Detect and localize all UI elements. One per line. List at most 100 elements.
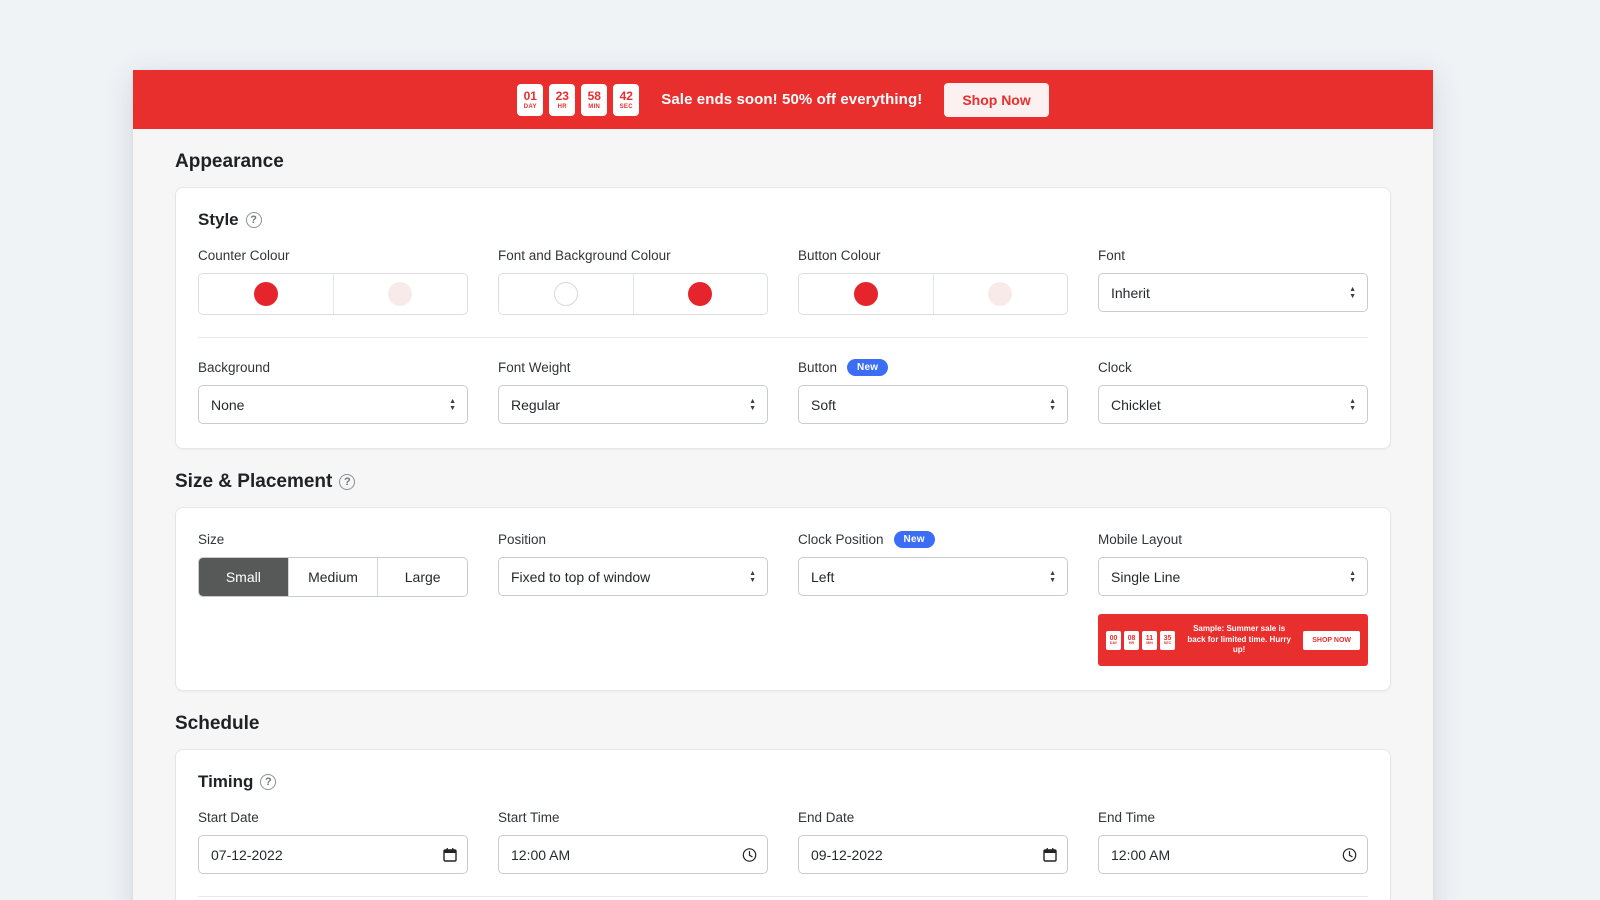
end-time-input[interactable]: 12:00 AM	[1098, 835, 1368, 874]
countdown-unit-hour: 23 HR	[549, 84, 575, 116]
button-label-text: Button	[798, 360, 837, 375]
preview-minute-unit: MIN	[1146, 642, 1153, 646]
question-circle-icon[interactable]: ?	[260, 774, 276, 790]
position-select-value: Fixed to top of window	[511, 569, 650, 585]
preview-shop-now-button[interactable]: SHOP NOW	[1303, 631, 1360, 650]
field-end-date: End Date 09-12-2022	[798, 808, 1068, 874]
mobile-layout-select[interactable]: Single Line ▲▼	[1098, 557, 1368, 596]
mobile-layout-label: Mobile Layout	[1098, 530, 1368, 548]
question-circle-icon[interactable]: ?	[339, 474, 355, 490]
chevron-updown-icon: ▲▼	[749, 399, 756, 411]
timing-title-text: Timing	[198, 772, 253, 792]
button-style-select[interactable]: Soft ▲▼	[798, 385, 1068, 424]
calendar-icon[interactable]	[443, 847, 457, 862]
chevron-updown-icon: ▲▼	[1349, 399, 1356, 411]
font-select[interactable]: Inherit ▲▼	[1098, 273, 1368, 312]
button-style-select-value: Soft	[811, 397, 836, 413]
start-date-input[interactable]: 07-12-2022	[198, 835, 468, 874]
page-body: Appearance Style ? Counter Colour Font a…	[133, 151, 1433, 900]
field-button-colour: Button Colour	[798, 246, 1068, 315]
countdown-promo-banner: 01 DAY 23 HR 58 MIN 42 SEC Sale ends soo…	[133, 70, 1433, 129]
field-font-weight: Font Weight Regular ▲▼	[498, 358, 768, 424]
field-clock-position: Clock Position New Left ▲▼	[798, 530, 1068, 666]
clock-position-label: Clock Position New	[798, 530, 1068, 548]
preview-countdown-clock: 00 DAY 08 HR 11 MIN	[1106, 631, 1175, 650]
font-weight-select[interactable]: Regular ▲▼	[498, 385, 768, 424]
preview-unit-second: 35 SEC	[1160, 631, 1175, 650]
colour-dot	[254, 282, 278, 306]
clock-icon[interactable]	[742, 847, 757, 862]
preview-unit-hour: 08 HR	[1124, 631, 1139, 650]
font-colour-secondary-swatch[interactable]	[633, 274, 768, 314]
calendar-icon[interactable]	[1043, 847, 1057, 862]
shop-now-button[interactable]: Shop Now	[944, 83, 1048, 117]
chevron-updown-icon: ▲▼	[449, 399, 456, 411]
background-select[interactable]: None ▲▼	[198, 385, 468, 424]
appearance-heading: Appearance	[175, 151, 1391, 173]
size-option-medium[interactable]: Medium	[288, 558, 378, 596]
colour-dot	[854, 282, 878, 306]
clock-label: Clock	[1098, 358, 1368, 376]
background-select-value: None	[211, 397, 244, 413]
preview-hour-unit: HR	[1129, 642, 1134, 646]
background-label: Background	[198, 358, 468, 376]
countdown-hour-unit: HR	[558, 104, 567, 110]
clock-position-select[interactable]: Left ▲▼	[798, 557, 1068, 596]
chevron-updown-icon: ▲▼	[1049, 571, 1056, 583]
clock-style-select-value: Chicklet	[1111, 397, 1161, 413]
countdown-day-unit: DAY	[524, 104, 537, 110]
position-select[interactable]: Fixed to top of window ▲▼	[498, 557, 768, 596]
clock-style-select[interactable]: Chicklet ▲▼	[1098, 385, 1368, 424]
font-select-value: Inherit	[1111, 285, 1150, 301]
clock-icon[interactable]	[1342, 847, 1357, 862]
button-colour-secondary-swatch[interactable]	[933, 274, 1068, 314]
style-row-2: Background None ▲▼ Font Weight Regular ▲…	[198, 358, 1368, 424]
mobile-layout-preview-banner: 00 DAY 08 HR 11 MIN	[1098, 614, 1368, 666]
preview-unit-day: 00 DAY	[1106, 631, 1121, 650]
size-option-small[interactable]: Small	[199, 558, 288, 596]
counter-colour-secondary-swatch[interactable]	[333, 274, 468, 314]
counter-colour-primary-swatch[interactable]	[199, 274, 333, 314]
countdown-second-unit: SEC	[620, 104, 633, 110]
font-background-colour-label: Font and Background Colour	[498, 246, 768, 264]
end-date-input[interactable]: 09-12-2022	[798, 835, 1068, 874]
question-circle-icon[interactable]: ?	[246, 212, 262, 228]
end-time-value: 12:00 AM	[1111, 847, 1170, 863]
timing-title: Timing ?	[198, 772, 1368, 792]
schedule-heading: Schedule	[175, 713, 1391, 735]
size-segmented-control: Small Medium Large	[198, 557, 468, 597]
font-background-colour-swatches	[498, 273, 768, 315]
style-title: Style ?	[198, 210, 1368, 230]
field-end-time: End Time 12:00 AM	[1098, 808, 1368, 874]
button-label: Button New	[798, 358, 1068, 376]
field-counter-colour: Counter Colour	[198, 246, 468, 315]
clock-position-label-text: Clock Position	[798, 532, 884, 547]
size-label: Size	[198, 530, 468, 548]
field-font: Font Inherit ▲▼	[1098, 246, 1368, 315]
timing-card: Timing ? Start Date 07-12-2022 Start Tim…	[175, 749, 1391, 900]
style-card: Style ? Counter Colour Font and Backgrou…	[175, 187, 1391, 449]
chevron-updown-icon: ▲▼	[1049, 399, 1056, 411]
button-colour-primary-swatch[interactable]	[799, 274, 933, 314]
end-date-label: End Date	[798, 808, 1068, 826]
colour-dot	[988, 282, 1012, 306]
countdown-clock: 01 DAY 23 HR 58 MIN 42 SEC	[517, 84, 639, 116]
screen: 01 DAY 23 HR 58 MIN 42 SEC Sale ends soo…	[0, 0, 1600, 900]
field-start-time: Start Time 12:00 AM	[498, 808, 768, 874]
chevron-updown-icon: ▲▼	[1349, 287, 1356, 299]
style-divider	[198, 337, 1368, 338]
font-colour-primary-swatch[interactable]	[499, 274, 633, 314]
field-button: Button New Soft ▲▼	[798, 358, 1068, 424]
preview-second-unit: SEC	[1164, 642, 1171, 646]
appearance-heading-text: Appearance	[175, 151, 284, 173]
button-colour-label: Button Colour	[798, 246, 1068, 264]
start-time-input[interactable]: 12:00 AM	[498, 835, 768, 874]
countdown-unit-second: 42 SEC	[613, 84, 639, 116]
font-weight-label: Font Weight	[498, 358, 768, 376]
countdown-unit-day: 01 DAY	[517, 84, 543, 116]
start-time-label: Start Time	[498, 808, 768, 826]
preview-unit-minute: 11 MIN	[1142, 631, 1157, 650]
button-new-badge: New	[847, 359, 888, 376]
size-option-large[interactable]: Large	[377, 558, 467, 596]
timing-row-1: Start Date 07-12-2022 Start Time 12:00 A…	[198, 808, 1368, 874]
